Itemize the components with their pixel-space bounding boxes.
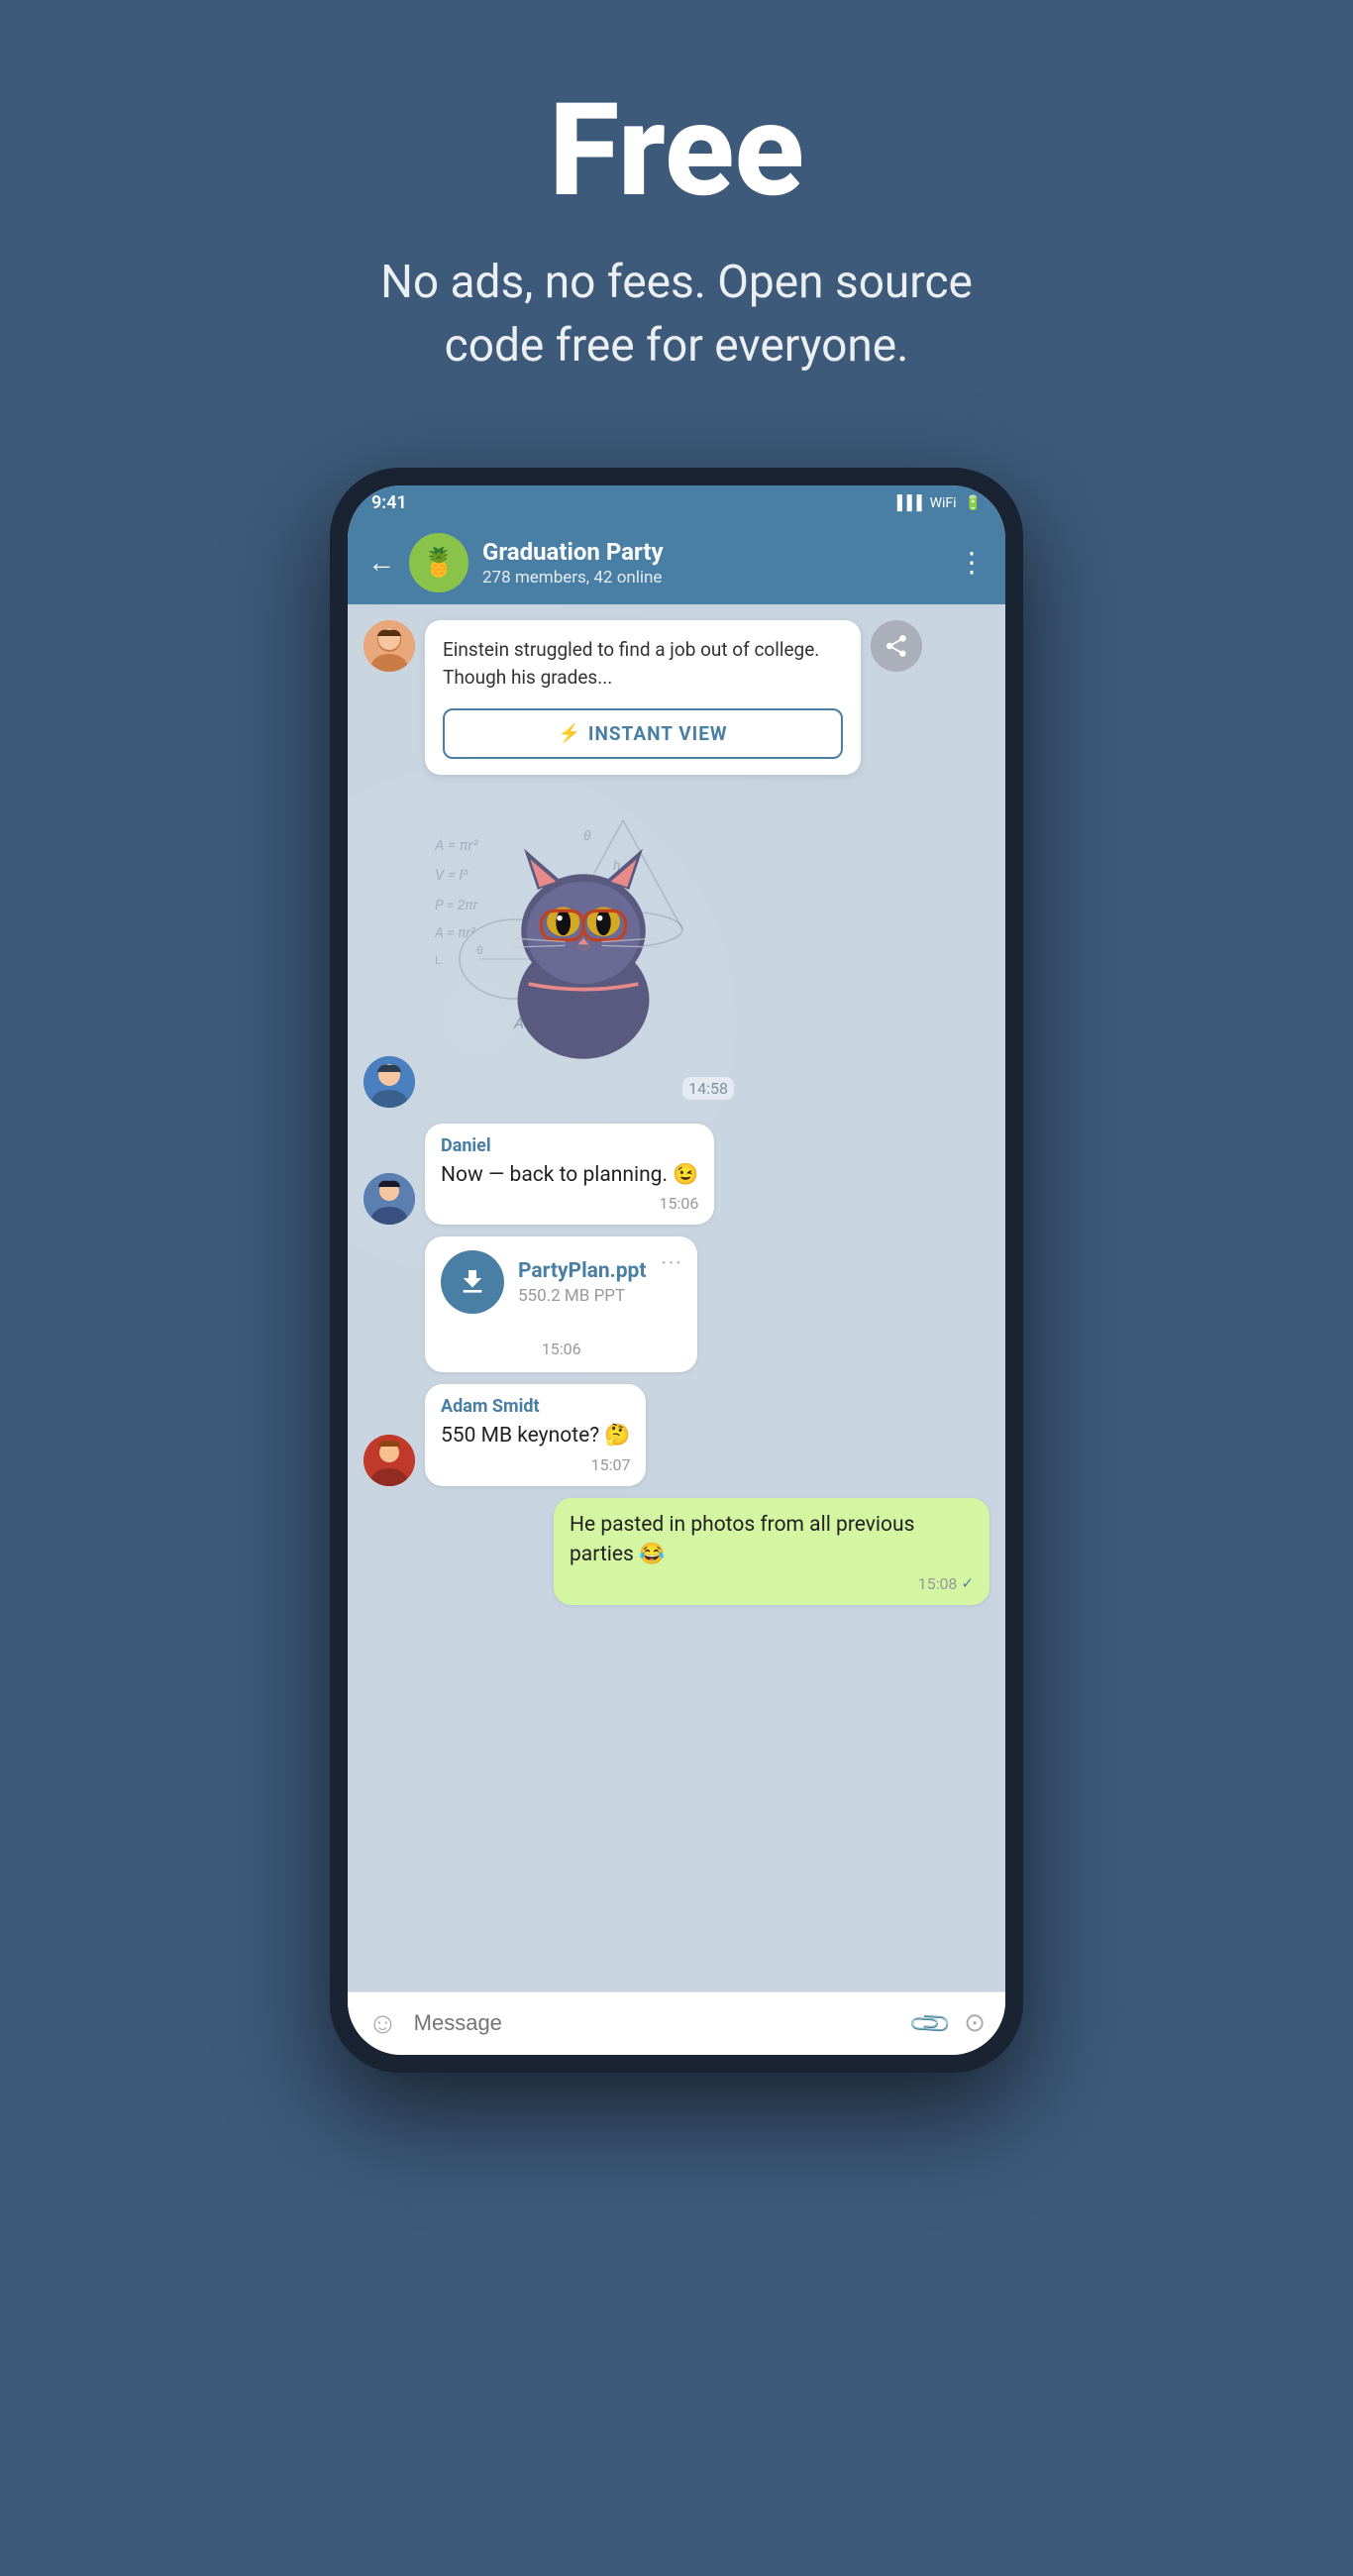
file-info: PartyPlan.ppt 550.2 MB PPT: [518, 1259, 646, 1306]
back-button[interactable]: ←: [367, 546, 395, 579]
emoji-button[interactable]: ☺: [367, 2006, 398, 2041]
svg-text:L: L: [435, 953, 442, 967]
bubble-text-adam: 550 MB keynote? 🤔: [441, 1421, 630, 1450]
cat-sticker: [465, 830, 702, 1068]
check-icon: ✓: [961, 1574, 974, 1592]
sticker-row: A = πr² V = l³ P = 2πr A = πr² θ h s s =…: [364, 791, 989, 1108]
iv-btn-label: INSTANT VIEW: [588, 722, 728, 745]
bubble-sender-daniel: Daniel: [441, 1135, 698, 1156]
sent-time: 15:08 ✓: [570, 1574, 974, 1593]
signal-icon: ▐▐▐: [892, 494, 922, 511]
status-time: 9:41: [371, 492, 407, 513]
instant-view-card: Einstein struggled to find a job out of …: [425, 620, 861, 775]
sticker-area: A = πr² V = l³ P = 2πr A = πr² θ h s s =…: [425, 791, 742, 1108]
adam-bubble: Adam Smidt 550 MB keynote? 🤔 15:07: [425, 1384, 646, 1485]
chat-info: Graduation Party 278 members, 42 online: [482, 538, 944, 588]
chat-status: 278 members, 42 online: [482, 568, 944, 588]
phone-inner: 9:41 ▐▐▐ WiFi 🔋 ← 🍍 Graduation Party 278…: [348, 485, 1005, 2055]
file-menu-icon[interactable]: ⋯: [660, 1250, 681, 1275]
daniel-bubble: Daniel Now — back to planning. 😉 15:06: [425, 1124, 714, 1225]
download-button[interactable]: [441, 1250, 504, 1314]
chat-avatar: 🍍: [409, 533, 468, 592]
file-size: 550.2 MB PPT: [518, 1286, 646, 1306]
wifi-icon: WiFi: [930, 495, 957, 511]
battery-icon: 🔋: [965, 495, 982, 511]
share-button[interactable]: [871, 620, 922, 672]
file-time: 15:06: [526, 1334, 597, 1372]
message-input[interactable]: [414, 2010, 898, 2036]
message-row-sent: He pasted in photos from all previous pa…: [364, 1498, 989, 1605]
phone-outer: 9:41 ▐▐▐ WiFi 🔋 ← 🍍 Graduation Party 278…: [330, 468, 1023, 2073]
lightning-icon: ⚡: [558, 723, 579, 744]
instant-view-button[interactable]: ⚡ INSTANT VIEW: [443, 708, 843, 759]
attach-button[interactable]: 📎: [907, 1999, 955, 2047]
camera-button[interactable]: ⊙: [964, 2008, 986, 2038]
chat-menu-icon[interactable]: ⋮: [958, 546, 986, 579]
hero-subtitle: No ads, no fees. Open source code free f…: [330, 251, 1023, 378]
avatar-guy2: [364, 1435, 415, 1486]
status-bar: 9:41 ▐▐▐ WiFi 🔋: [348, 485, 1005, 521]
message-row-daniel: Daniel Now — back to planning. 😉 15:06: [364, 1124, 989, 1225]
avatar-boy: [364, 1056, 415, 1108]
message-row-adam: Adam Smidt 550 MB keynote? 🤔 15:07: [364, 1384, 989, 1485]
avatar-boy2: [364, 1173, 415, 1225]
chat-header: ← 🍍 Graduation Party 278 members, 42 onl…: [348, 521, 1005, 604]
message-row-iv: Einstein struggled to find a job out of …: [364, 620, 989, 775]
status-icons: ▐▐▐ WiFi 🔋: [892, 494, 982, 511]
input-bar: ☺ 📎 ⊙: [348, 1991, 1005, 2055]
messages-area: Einstein struggled to find a job out of …: [348, 604, 1005, 1991]
chat-name: Graduation Party: [482, 538, 944, 566]
phone-wrapper: 9:41 ▐▐▐ WiFi 🔋 ← 🍍 Graduation Party 278…: [0, 468, 1353, 2073]
hero-section: Free No ads, no fees. Open source code f…: [290, 0, 1063, 438]
iv-text: Einstein struggled to find a job out of …: [425, 620, 861, 708]
bubble-time-adam: 15:07: [441, 1455, 630, 1474]
sent-bubble: He pasted in photos from all previous pa…: [554, 1498, 989, 1605]
bubble-text-daniel: Now — back to planning. 😉: [441, 1160, 698, 1190]
bubble-time-daniel: 15:06: [441, 1194, 698, 1213]
hero-title: Free: [330, 79, 1023, 221]
message-row-file: PartyPlan.ppt 550.2 MB PPT ⋯ 15:06: [425, 1236, 989, 1372]
sent-text: He pasted in photos from all previous pa…: [570, 1510, 974, 1570]
file-name: PartyPlan.ppt: [518, 1259, 646, 1283]
file-bubble: PartyPlan.ppt 550.2 MB PPT ⋯ 15:06: [425, 1236, 697, 1372]
bubble-sender-adam: Adam Smidt: [441, 1396, 630, 1417]
avatar-girl: [364, 620, 415, 672]
